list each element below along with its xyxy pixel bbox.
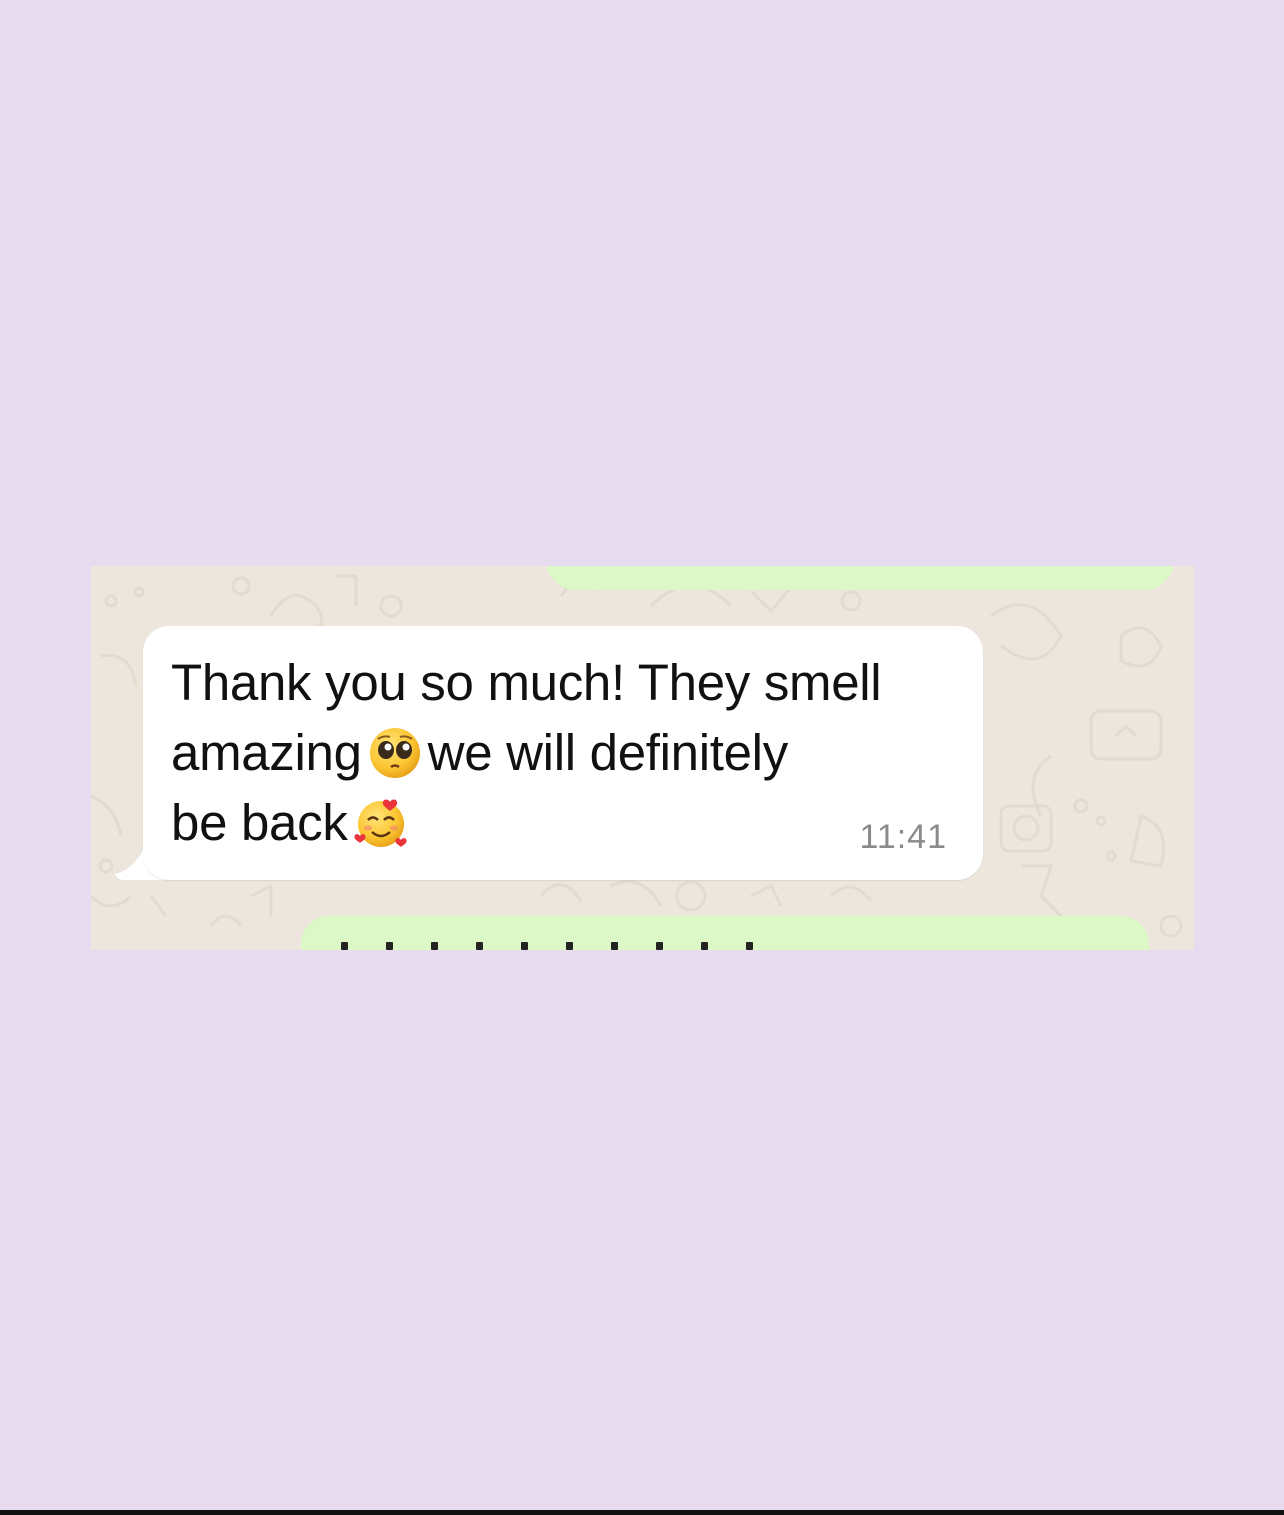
message-line-1: Thank you so much! They smell <box>171 654 882 711</box>
cropped-message-text-fragments <box>341 942 753 950</box>
message-text-amazing: amazing <box>171 724 362 781</box>
pleading-face-icon <box>369 728 420 778</box>
message-line-3: be back <box>171 788 961 858</box>
incoming-message-bubble[interactable]: Thank you so much! They smell amazing we… <box>143 626 983 880</box>
bottom-border-bar <box>0 1510 1284 1515</box>
message-text: Thank you so much! They smell amazing we… <box>171 648 961 858</box>
chat-screenshot: Thank you so much! They smell amazing we… <box>91 566 1194 950</box>
message-line-2: amazing we will definitely <box>171 718 961 788</box>
message-text-be-back: be back <box>171 794 348 851</box>
outgoing-message-bubble-partial <box>546 566 1174 590</box>
message-timestamp: 11:41 <box>859 818 947 856</box>
message-text-definitely: we will definitely <box>427 724 789 781</box>
smiling-face-with-hearts-icon <box>353 799 407 847</box>
